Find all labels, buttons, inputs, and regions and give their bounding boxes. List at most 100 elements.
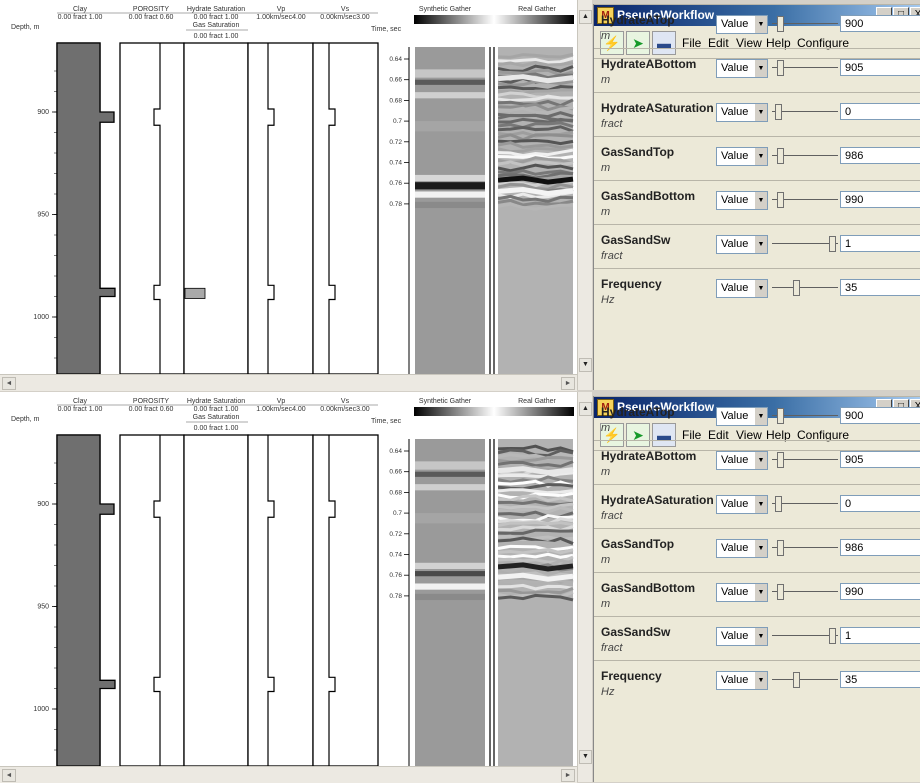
value-slider-track[interactable] bbox=[772, 679, 838, 680]
real-strong-event bbox=[497, 175, 574, 185]
chevron-down-icon[interactable]: ▼ bbox=[755, 16, 767, 33]
horizontal-scrollbar[interactable]: ◄ ► bbox=[0, 374, 577, 391]
mode-dropdown[interactable]: Value ▼ bbox=[716, 407, 768, 426]
param-row-gassandtop: GasSandTop m Value ▼ 986 bbox=[594, 528, 920, 573]
value-input[interactable]: 1 bbox=[840, 235, 920, 252]
value-slider-thumb[interactable] bbox=[793, 280, 800, 296]
mode-value: Value bbox=[721, 282, 749, 294]
value-slider-thumb[interactable] bbox=[829, 628, 836, 644]
scroll-down-arrow[interactable]: ▼ bbox=[579, 358, 592, 372]
mode-dropdown[interactable]: Value ▼ bbox=[716, 59, 768, 78]
scroll-right-arrow[interactable]: ► bbox=[561, 377, 575, 390]
param-row-hydrateatop: HydrateATop m Value ▼ 900 bbox=[594, 396, 920, 441]
hydrate-range: 0.00 fract 1.00 bbox=[194, 14, 239, 21]
real-strong-event bbox=[497, 466, 574, 476]
value-slider-thumb[interactable] bbox=[776, 540, 784, 556]
gather-separator bbox=[485, 439, 498, 766]
chevron-down-icon[interactable]: ▼ bbox=[755, 584, 767, 601]
mode-dropdown[interactable]: Value ▼ bbox=[716, 235, 768, 254]
mode-dropdown[interactable]: Value ▼ bbox=[716, 583, 768, 602]
chevron-down-icon[interactable]: ▼ bbox=[755, 192, 767, 209]
chevron-down-icon[interactable]: ▼ bbox=[755, 540, 767, 557]
value-input[interactable]: 900 bbox=[840, 15, 920, 32]
value-input[interactable]: 1 bbox=[840, 627, 920, 644]
mode-dropdown[interactable]: Value ▼ bbox=[716, 15, 768, 34]
value-slider-thumb[interactable] bbox=[776, 16, 784, 32]
value-input[interactable]: 986 bbox=[840, 539, 920, 556]
param-unit: m bbox=[601, 554, 611, 566]
param-unit: Hz bbox=[601, 686, 615, 698]
panel-bottom: Depth, m Clay 0.00 fract 1.00 POROSITY 0… bbox=[0, 392, 920, 783]
value-input[interactable]: 35 bbox=[840, 279, 920, 296]
value-input[interactable]: 0 bbox=[840, 495, 920, 512]
chevron-down-icon[interactable]: ▼ bbox=[755, 672, 767, 689]
log-track-frame bbox=[183, 42, 249, 374]
chevron-down-icon[interactable]: ▼ bbox=[755, 628, 767, 645]
clay-range: 0.00 fract 1.00 bbox=[58, 406, 103, 413]
chevron-down-icon[interactable]: ▼ bbox=[755, 408, 767, 425]
param-name: GasSandSw bbox=[601, 625, 671, 639]
value-slider-thumb[interactable] bbox=[793, 672, 800, 688]
horizontal-scrollbar[interactable]: ◄ ► bbox=[0, 766, 577, 783]
vertical-scrollbar[interactable]: ▲ ▼ bbox=[577, 0, 592, 390]
scroll-left-arrow[interactable]: ◄ bbox=[2, 377, 16, 390]
chevron-down-icon[interactable]: ▼ bbox=[755, 452, 767, 469]
value-input[interactable]: 35 bbox=[840, 671, 920, 688]
value-input[interactable]: 990 bbox=[840, 191, 920, 208]
time-tick-label: 0.7 bbox=[393, 118, 402, 125]
synthetic-reflection-band bbox=[415, 562, 485, 569]
mode-dropdown[interactable]: Value ▼ bbox=[716, 279, 768, 298]
mode-dropdown[interactable]: Value ▼ bbox=[716, 451, 768, 470]
synthetic-reflection-band bbox=[415, 79, 485, 85]
mode-dropdown[interactable]: Value ▼ bbox=[716, 191, 768, 210]
chevron-down-icon[interactable]: ▼ bbox=[755, 236, 767, 253]
param-name: HydrateATop bbox=[601, 13, 675, 27]
scroll-right-arrow[interactable]: ► bbox=[561, 769, 575, 782]
value-slider-track[interactable] bbox=[772, 287, 838, 288]
synthetic-reflection-band bbox=[415, 461, 485, 470]
value-slider-thumb[interactable] bbox=[775, 104, 782, 120]
chevron-down-icon[interactable]: ▼ bbox=[755, 148, 767, 165]
value-slider-thumb[interactable] bbox=[776, 584, 784, 600]
chevron-down-icon[interactable]: ▼ bbox=[755, 280, 767, 297]
scroll-up-arrow[interactable]: ▲ bbox=[579, 10, 592, 24]
mode-dropdown[interactable]: Value ▼ bbox=[716, 671, 768, 690]
value-input[interactable]: 905 bbox=[840, 451, 920, 468]
param-row-gassandsw: GasSandSw fract Value ▼ 1 bbox=[594, 616, 920, 661]
mode-value: Value bbox=[721, 630, 749, 642]
param-name: HydrateABottom bbox=[601, 449, 697, 463]
scroll-up-arrow[interactable]: ▲ bbox=[579, 402, 592, 416]
chevron-down-icon[interactable]: ▼ bbox=[755, 496, 767, 513]
mode-dropdown[interactable]: Value ▼ bbox=[716, 539, 768, 558]
chevron-down-icon[interactable]: ▼ bbox=[755, 104, 767, 121]
mode-value: Value bbox=[721, 674, 749, 686]
mode-dropdown[interactable]: Value ▼ bbox=[716, 103, 768, 122]
depth-tick-label: 950 bbox=[37, 604, 49, 611]
value-input[interactable]: 905 bbox=[840, 59, 920, 76]
value-slider-thumb[interactable] bbox=[776, 452, 784, 468]
vs-range: 0.00km/sec3.00 bbox=[320, 406, 370, 413]
param-unit: m bbox=[601, 598, 611, 610]
vertical-scrollbar[interactable]: ▲ ▼ bbox=[577, 392, 592, 782]
value-input[interactable]: 986 bbox=[840, 147, 920, 164]
value-slider-thumb[interactable] bbox=[776, 192, 784, 208]
param-row-hydrateatop: HydrateATop m Value ▼ 900 bbox=[594, 4, 920, 49]
value-input[interactable]: 0 bbox=[840, 103, 920, 120]
synthetic-reflection-band bbox=[415, 92, 485, 99]
value-slider-thumb[interactable] bbox=[776, 148, 784, 164]
value-slider-thumb[interactable] bbox=[775, 496, 782, 512]
value-slider-thumb[interactable] bbox=[776, 408, 784, 424]
value-slider-thumb[interactable] bbox=[829, 236, 836, 252]
gas-sat-title: Gas Saturation bbox=[193, 22, 240, 29]
value-input[interactable]: 900 bbox=[840, 407, 920, 424]
mode-dropdown[interactable]: Value ▼ bbox=[716, 495, 768, 514]
value-input[interactable]: 990 bbox=[840, 583, 920, 600]
chevron-down-icon[interactable]: ▼ bbox=[755, 60, 767, 77]
scroll-left-arrow[interactable]: ◄ bbox=[2, 769, 16, 782]
scroll-down-arrow[interactable]: ▼ bbox=[579, 750, 592, 764]
mode-value: Value bbox=[721, 586, 749, 598]
mode-dropdown[interactable]: Value ▼ bbox=[716, 147, 768, 166]
depth-tick-label: 900 bbox=[37, 501, 49, 508]
value-slider-thumb[interactable] bbox=[776, 60, 784, 76]
mode-dropdown[interactable]: Value ▼ bbox=[716, 627, 768, 646]
